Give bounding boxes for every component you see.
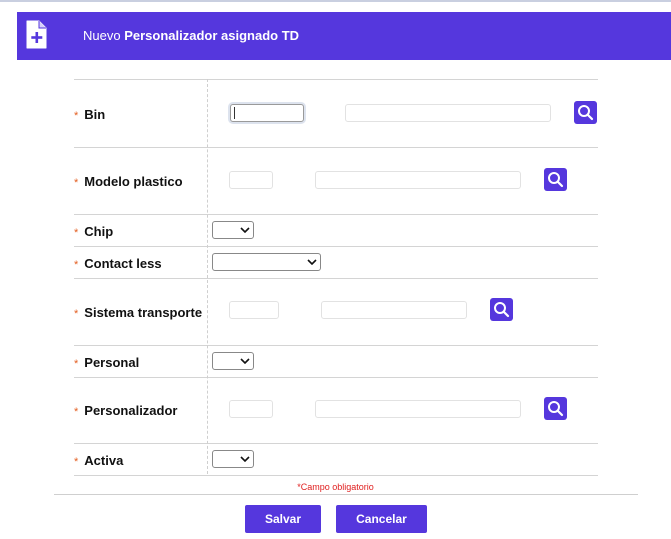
search-icon (548, 172, 564, 188)
modelo-plastico-code-input[interactable] (229, 171, 273, 189)
field-row-personalizador: * Personalizador (74, 378, 598, 444)
personalizador-search-button[interactable] (544, 397, 567, 420)
chevron-down-icon (240, 358, 250, 364)
text-cursor (234, 107, 235, 119)
dialog-title: Nuevo Personalizador asignado TD (83, 28, 300, 43)
modelo-plastico-description-input[interactable] (315, 171, 521, 189)
field-row-personal: * Personal (74, 346, 598, 378)
personalizador-description-input[interactable] (315, 400, 521, 418)
required-marker: * (74, 406, 79, 418)
personalizador-code-input[interactable] (229, 400, 273, 418)
contact-less-select[interactable] (212, 253, 321, 271)
modelo-plastico-search-button[interactable] (544, 168, 567, 191)
field-row-contact-less: * Contact less (74, 247, 598, 279)
field-label-activa: * Activa (74, 453, 124, 468)
field-row-activa: * Activa (74, 444, 598, 476)
activa-select[interactable] (212, 450, 254, 468)
personal-select[interactable] (212, 352, 254, 370)
field-label-personalizador: * Personalizador (74, 403, 178, 418)
save-button[interactable]: Salvar (245, 505, 321, 533)
cancel-button[interactable]: Cancelar (336, 505, 427, 533)
bin-search-button[interactable] (574, 101, 597, 124)
field-row-bin: * Bin (74, 80, 598, 148)
column-divider (207, 79, 208, 474)
new-document-icon (26, 20, 47, 49)
field-label-bin: * Bin (74, 107, 106, 122)
bin-code-input[interactable] (230, 104, 304, 122)
required-marker: * (74, 227, 79, 239)
bin-description-input[interactable] (345, 104, 551, 122)
sistema-transporte-description-input[interactable] (321, 301, 467, 319)
search-icon (578, 105, 594, 121)
required-marker: * (74, 177, 79, 189)
top-border (0, 0, 671, 2)
sistema-transporte-search-button[interactable] (490, 298, 513, 321)
sistema-transporte-code-input[interactable] (229, 301, 279, 319)
chevron-down-icon (240, 456, 250, 462)
form-table: * Bin * Modelo plastico * Chip * Contact les… (74, 79, 598, 476)
chevron-down-icon (240, 227, 250, 233)
required-marker: * (74, 259, 79, 271)
field-label-personal: * Personal (74, 355, 140, 370)
field-label-sistema-transporte: * Sistema transporte (74, 305, 203, 320)
footer-divider (54, 494, 638, 495)
dialog-header: Nuevo Personalizador asignado TD (17, 12, 671, 60)
field-label-modelo-plastico: * Modelo plastico (74, 174, 183, 189)
required-marker: * (74, 308, 79, 320)
chevron-down-icon (307, 259, 317, 265)
search-icon (494, 302, 510, 318)
required-marker: * (74, 110, 79, 122)
required-marker: * (74, 358, 79, 370)
required-field-note: *Campo obligatorio (297, 482, 374, 492)
required-marker: * (74, 456, 79, 468)
search-icon (548, 401, 564, 417)
field-row-chip: * Chip (74, 215, 598, 247)
field-label-chip: * Chip (74, 224, 114, 239)
chip-select[interactable] (212, 221, 254, 239)
field-row-sistema-transporte: * Sistema transporte (74, 279, 598, 346)
field-label-contact-less: * Contact less (74, 256, 162, 271)
field-row-modelo-plastico: * Modelo plastico (74, 148, 598, 215)
